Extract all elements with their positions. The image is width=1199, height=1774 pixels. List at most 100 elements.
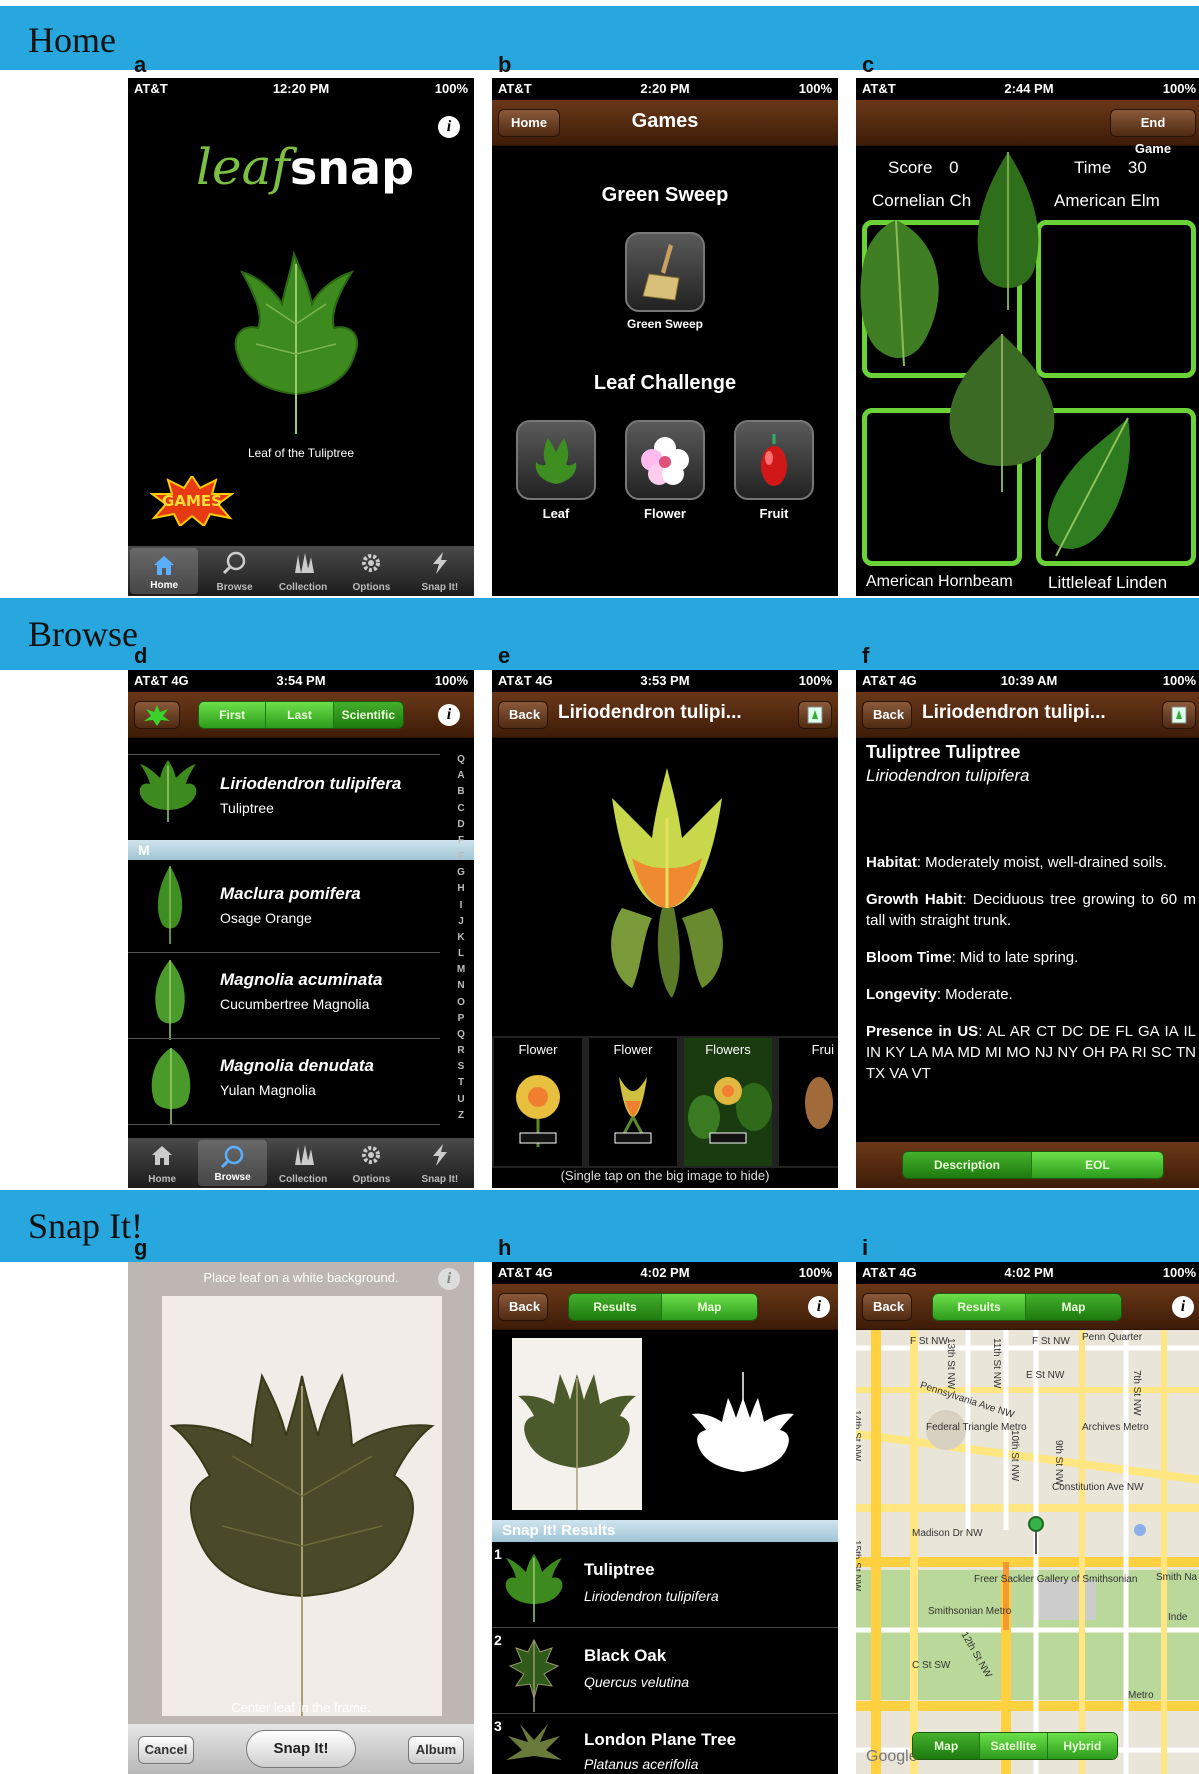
cancel-button[interactable]: Cancel [138,1736,194,1764]
index-letter[interactable]: H [454,883,468,894]
gear-icon [362,554,381,572]
tab-collection[interactable]: Collection [269,546,337,596]
draggable-leaf-2[interactable] [968,150,1048,310]
cucumbertree-thumbnail [155,960,185,1040]
alphabet-index[interactable]: QABCDFFGHIJKLMNOPQRSTUZ [452,754,468,1126]
fruit-thumbnail-image [805,1077,833,1129]
info-icon[interactable]: i [1172,1296,1194,1318]
index-letter[interactable]: I [454,900,468,911]
sort-last-option[interactable]: Last [266,702,334,728]
info-icon[interactable]: i [438,704,460,726]
species-scientific-name[interactable]: Liriodendron tulipifera [220,774,401,794]
end-game-button[interactable]: End Game [1110,109,1196,156]
result-row[interactable]: 3 London Plane Tree Platanus acerifolia [492,1716,838,1774]
thumbnail-flower-2[interactable]: Flower [589,1038,677,1166]
leaf-challenge-button[interactable] [516,420,596,500]
index-letter[interactable]: F [454,835,468,846]
map-label: Penn Quarter [1082,1332,1143,1343]
index-letter[interactable]: S [454,1061,468,1072]
description-tab[interactable]: Description [903,1152,1033,1178]
results-tab[interactable]: Results [933,1294,1027,1320]
map-view[interactable]: F St NW F St NW E St NW Penn Quarter Pennsyl… [856,1330,1199,1774]
eol-tab[interactable]: EOL [1032,1152,1163,1178]
index-letter[interactable]: M [454,964,468,975]
results-header-text: Snap It! Results [502,1522,616,1539]
tab-browse[interactable]: Browse [200,546,268,596]
section-band-browse: Browse [0,598,1199,670]
back-button[interactable]: Back [862,1293,912,1321]
tab-options[interactable]: Options [337,1138,405,1188]
tab-snap[interactable]: Snap It! [406,1138,474,1188]
results-tab[interactable]: Results [569,1294,663,1320]
fact-key: Presence in US [866,1023,979,1040]
map-label: Archives Metro [1082,1422,1149,1433]
map-label: F St NW [1032,1336,1070,1347]
target-name-2: American Elm [1054,191,1160,210]
map-type-satellite[interactable]: Satellite [980,1733,1048,1759]
section-title-home: Home [28,20,116,60]
tab-browse[interactable]: Browse [198,1140,267,1186]
index-letter[interactable]: R [454,1045,468,1056]
index-letter[interactable]: G [454,867,468,878]
back-button[interactable]: Back [498,1293,548,1321]
index-letter[interactable]: L [454,948,468,959]
tab-options[interactable]: Options [337,546,405,596]
map-tab[interactable]: Map [1026,1294,1121,1320]
species-scientific-name[interactable]: Magnolia acuminata [220,970,382,990]
tab-home[interactable]: Home [130,548,199,594]
index-letter[interactable]: Q [454,1029,468,1040]
leaf-sort-button[interactable] [134,701,180,729]
info-icon[interactable]: i [438,1268,460,1290]
index-letter[interactable]: O [454,997,468,1008]
tulip-flower-image[interactable] [582,758,752,998]
add-to-collection-button[interactable] [1162,701,1196,729]
sort-first-option[interactable]: First [199,702,267,728]
index-letter[interactable]: A [454,770,468,781]
tab-home[interactable]: Home [128,1138,196,1188]
green-sweep-button[interactable] [625,232,705,312]
fruit-challenge-button[interactable] [734,420,814,500]
draggable-leaf-4[interactable] [1036,416,1136,566]
flower-icon [641,437,689,485]
browse-magnifier-icon [222,551,245,575]
index-letter[interactable]: K [454,932,468,943]
index-letter[interactable]: P [454,1013,468,1024]
index-letter[interactable]: Z [454,1110,468,1121]
tab-snap[interactable]: Snap It! [406,546,474,596]
result-row[interactable]: 2 Black Oak Quercus velutina [492,1630,838,1714]
index-letter[interactable]: Q [454,754,468,765]
games-badge[interactable]: GAMES [150,476,234,526]
snap-it-button[interactable]: Snap It! [246,1730,356,1768]
index-letter[interactable]: C [454,803,468,814]
map-type-map[interactable]: Map [913,1733,981,1759]
species-common-name: Cucumbertree Magnolia [220,996,370,1012]
tab-collection[interactable]: Collection [269,1138,337,1188]
species-scientific-name[interactable]: Magnolia denudata [220,1056,374,1076]
result-row[interactable]: 1 Tuliptree Liriodendron tulipifera [492,1544,838,1628]
thumbnail-fruit[interactable]: Frui [779,1038,838,1166]
index-letter[interactable]: T [454,1077,468,1088]
info-icon[interactable]: i [438,116,460,138]
info-icon[interactable]: i [808,1296,830,1318]
draggable-leaf-1[interactable] [856,218,956,368]
map-pin-icon[interactable] [1028,1516,1044,1532]
thumbnail-label: Frui [811,1042,834,1057]
index-letter[interactable]: F [454,851,468,862]
index-letter[interactable]: D [454,819,468,830]
back-button[interactable]: Back [498,701,548,729]
thumbnail-flowers[interactable]: Flowers [684,1038,772,1166]
index-letter[interactable]: B [454,786,468,797]
nav-bar: Back Results Map i [856,1284,1199,1330]
thumbnail-flower-1[interactable]: Flower [494,1038,582,1166]
index-letter[interactable]: J [454,916,468,927]
map-type-hybrid[interactable]: Hybrid [1047,1733,1117,1759]
album-button[interactable]: Album [408,1736,464,1764]
map-tab[interactable]: Map [662,1294,757,1320]
index-letter[interactable]: U [454,1094,468,1105]
flower-challenge-button[interactable] [625,420,705,500]
sort-scientific-option[interactable]: Scientific [333,702,403,728]
species-scientific-name[interactable]: Maclura pomifera [220,884,361,904]
back-button[interactable]: Back [862,701,912,729]
add-to-collection-button[interactable] [798,701,832,729]
index-letter[interactable]: N [454,980,468,991]
